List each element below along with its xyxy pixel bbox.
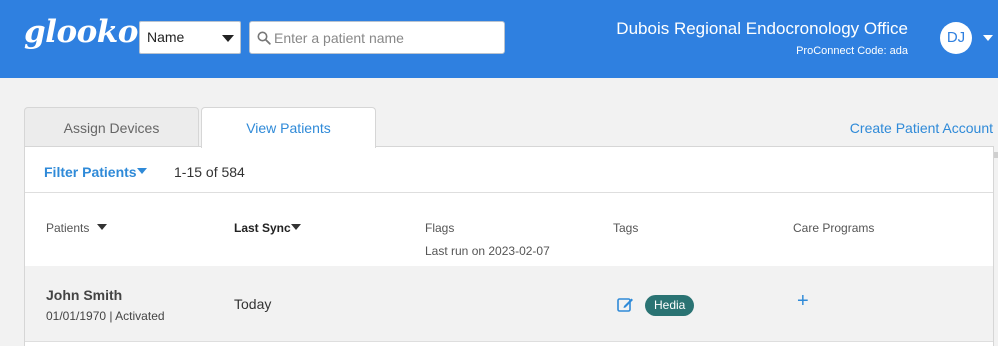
- flags-last-run: Last run on 2023-02-07: [425, 244, 550, 258]
- patient-search-input[interactable]: [274, 22, 502, 53]
- search-type-value: Name: [147, 29, 185, 45]
- sort-last-sync-icon[interactable]: [291, 224, 301, 230]
- edit-tags-icon[interactable]: [617, 296, 634, 313]
- office-info: Dubois Regional Endocronology Office Pro…: [616, 19, 908, 57]
- patients-panel: Filter Patients 1-15 of 584 Patients Las…: [24, 146, 994, 346]
- tag-badge[interactable]: Hedia: [645, 295, 695, 316]
- table-row[interactable]: John Smith 01/01/1970 | Activated Today …: [25, 266, 993, 341]
- patient-search-box[interactable]: [249, 21, 505, 54]
- add-care-program-button[interactable]: +: [797, 290, 809, 313]
- toolbar-divider: [25, 192, 993, 193]
- patient-last-sync: Today: [234, 296, 272, 312]
- tab-view-patients[interactable]: View Patients: [201, 107, 376, 148]
- column-header-patients[interactable]: Patients: [46, 221, 89, 235]
- account-menu-chevron-icon[interactable]: [983, 35, 993, 41]
- filter-patients-button[interactable]: Filter Patients: [44, 164, 137, 180]
- proconnect-code: ProConnect Code: ada: [796, 45, 908, 57]
- patient-name[interactable]: John Smith: [46, 287, 122, 303]
- pagination-range: 1-15 of 584: [174, 164, 245, 180]
- search-icon: [257, 31, 271, 45]
- create-patient-account-link[interactable]: Create Patient Account: [850, 120, 993, 136]
- search-type-select[interactable]: Name: [139, 21, 241, 54]
- column-header-care-programs: Care Programs: [793, 221, 875, 235]
- sort-patients-icon[interactable]: [97, 224, 107, 230]
- tab-assign-devices[interactable]: Assign Devices: [24, 107, 199, 147]
- row-divider: [25, 341, 993, 342]
- glooko-logo[interactable]: glooko: [24, 14, 138, 50]
- scrollbar-thumb[interactable]: [994, 152, 998, 158]
- top-header: glooko Name Dubois Regional Endocronolog…: [0, 0, 998, 78]
- column-header-tags: Tags: [613, 221, 639, 235]
- patient-dob-status: 01/01/1970 | Activated: [46, 309, 165, 323]
- user-avatar[interactable]: DJ: [940, 22, 972, 54]
- chevron-down-icon: [222, 35, 234, 42]
- column-header-last-sync[interactable]: Last Sync: [234, 221, 291, 235]
- column-header-flags: Flags: [425, 221, 455, 235]
- office-name: Dubois Regional Endocronology Office: [616, 19, 908, 38]
- filter-chevron-down-icon[interactable]: [137, 168, 147, 174]
